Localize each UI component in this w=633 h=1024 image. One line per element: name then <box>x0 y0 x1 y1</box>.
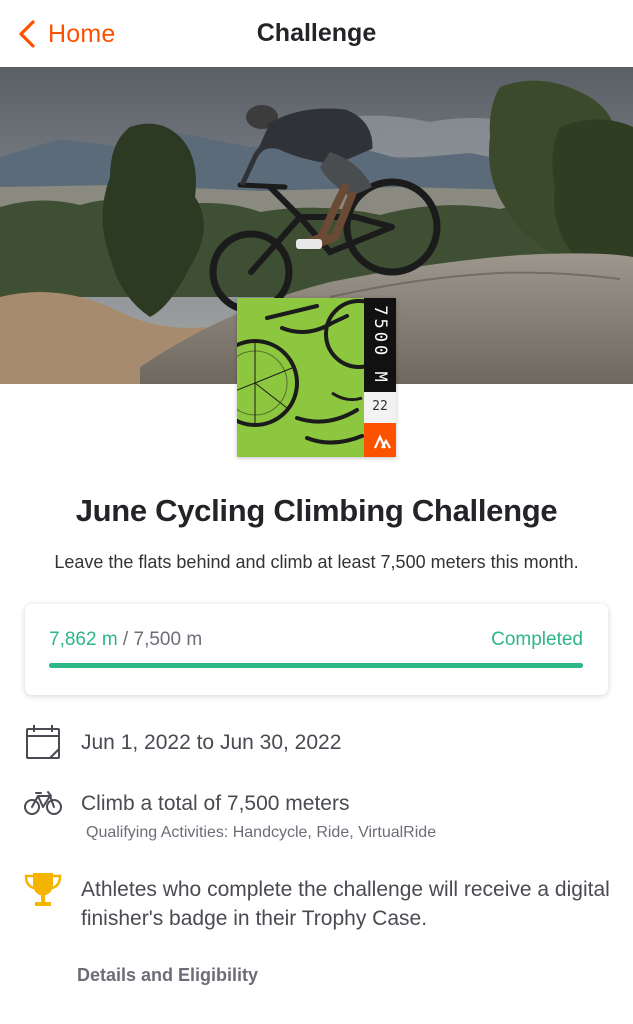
challenge-description: Leave the flats behind and climb at leas… <box>54 552 579 572</box>
page-title: Challenge <box>256 19 377 47</box>
date-row: Jun 1, 2022 to Jun 30, 2022 <box>0 723 633 763</box>
badge-goal-text: 7500 M <box>370 305 390 385</box>
details-eligibility-link[interactable]: Details and Eligibility <box>77 965 258 986</box>
bicycle-icon <box>24 791 62 815</box>
status-badge: Completed <box>491 629 583 650</box>
reward-text: Athletes who complete the challenge will… <box>81 878 610 930</box>
goal-row: Climb a total of 7,500 meters Qualifying… <box>0 786 633 846</box>
progress-track <box>49 663 583 668</box>
date-range: Jun 1, 2022 to Jun 30, 2022 <box>81 731 342 754</box>
progress-value: 7,862 m / 7,500 m <box>49 629 202 651</box>
qualifying-activities: Qualifying Activities: Handcycle, Ride, … <box>86 824 437 841</box>
calendar-icon <box>26 725 60 759</box>
challenge-badge: 7500 M 22 <box>237 298 396 457</box>
reward-row: Athletes who complete the challenge will… <box>0 872 633 938</box>
progress-card: 7,862 m / 7,500 m Completed <box>25 604 608 695</box>
progress-fill <box>49 663 583 668</box>
progress-goal: 7,500 m <box>133 629 203 650</box>
badge-year-text: 22 <box>372 399 388 414</box>
progress-separator: / <box>117 629 134 650</box>
challenge-title: June Cycling Climbing Challenge <box>75 493 558 528</box>
progress-current: 7,862 m <box>49 629 118 650</box>
trophy-icon <box>24 873 62 906</box>
nav-bar: Home Challenge <box>0 0 633 67</box>
goal-text: Climb a total of 7,500 meters <box>81 792 350 815</box>
